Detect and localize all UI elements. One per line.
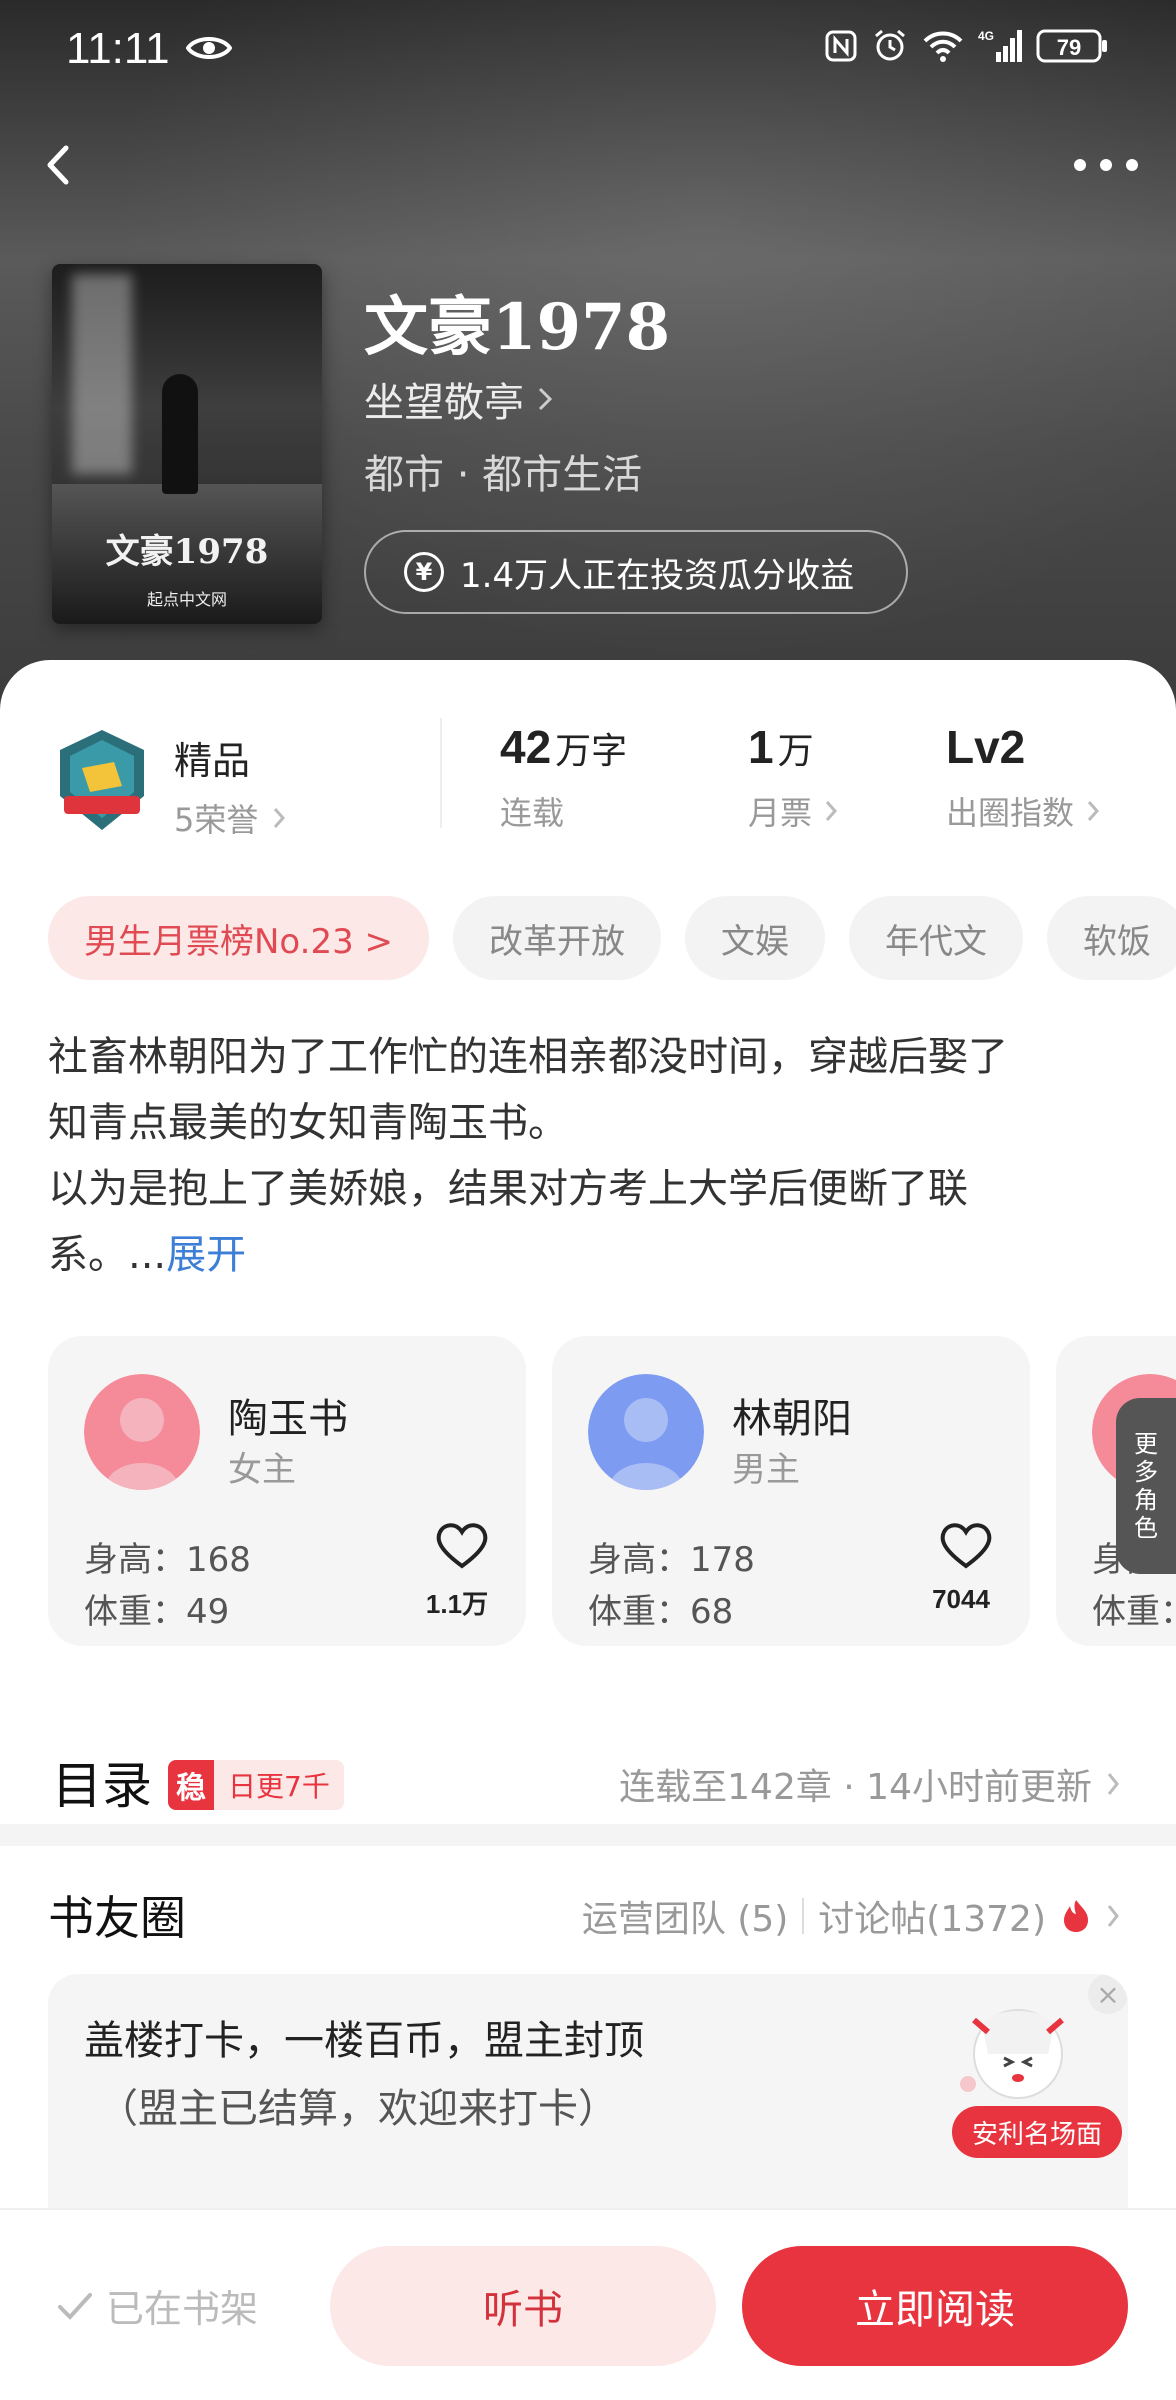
tag-list: 男生月票榜No.23 > 改革开放 文娱 年代文 软饭 — [48, 896, 1176, 980]
cover-light — [72, 274, 132, 474]
nfc-icon — [825, 30, 857, 62]
character-card[interactable]: 陶玉书 女主 身高：168 体重：49 1.1万 — [48, 1336, 526, 1646]
character-avatar — [84, 1374, 200, 1490]
tag-item[interactable]: 软饭 — [1047, 896, 1176, 980]
book-synopsis: 社畜林朝阳为了工作忙的连相亲都没时间，穿越后娶了 知青点最美的女知青陶玉书。 以… — [48, 1024, 1138, 1288]
back-button[interactable] — [30, 130, 90, 200]
listen-button[interactable]: 听书 — [330, 2246, 716, 2366]
like-count: 7044 — [932, 1584, 990, 1614]
signal-icon: 4G — [978, 29, 1022, 62]
book-genre: 都市 · 都市生活 — [364, 452, 643, 498]
character-role: 男主 — [732, 1450, 800, 1490]
synopsis-line: 以为是抱上了美娇娘，结果对方考上大学后便断了联 — [48, 1166, 968, 1212]
tag-item[interactable]: 改革开放 — [453, 896, 662, 980]
heart-icon[interactable] — [434, 1520, 490, 1570]
character-avatar — [588, 1374, 704, 1490]
update-badge-text: 日更7千 — [214, 1760, 344, 1810]
character-weight: 体重：49 — [84, 1592, 230, 1632]
character-name: 林朝阳 — [732, 1396, 852, 1442]
close-icon[interactable]: × — [1088, 1974, 1128, 2014]
bottom-action-bar: 已在书架 听书 立即阅读 — [0, 2208, 1176, 2400]
status-bar: 11:11 4G 79 — [0, 0, 1176, 100]
book-title: 文豪1978 — [364, 290, 671, 365]
read-now-button[interactable]: 立即阅读 — [742, 2246, 1128, 2366]
battery-level: 79 — [1057, 35, 1081, 60]
expand-link[interactable]: 展开 — [166, 1232, 246, 1278]
check-icon — [58, 2292, 92, 2320]
toc-update-info: 连载至142章 · 14小时前更新 — [619, 1767, 1092, 1808]
table-of-contents-row[interactable]: 目录 稳 日更7千 连载至142章 · 14小时前更新 — [0, 1712, 1176, 1832]
scene-tag[interactable]: 安利名场面 — [951, 2106, 1122, 2158]
cover-publisher: 起点中文网 — [146, 590, 227, 609]
meta-divider — [802, 1898, 805, 1934]
mascot-icon — [960, 2009, 1064, 2099]
circle-title: 书友圈 — [48, 1891, 186, 1945]
battery-icon: 79 — [1036, 29, 1107, 63]
character-strip: 陶玉书 女主 身高：168 体重：49 1.1万 林朝阳 男主 身高：178 体… — [0, 1336, 1176, 1676]
synopsis-line: 知青点最美的女知青陶玉书。 — [48, 1100, 568, 1146]
more-roles-char: 更 — [1134, 1430, 1158, 1458]
circle-meta: 运营团队 (5) 讨论帖(1372) — [582, 1890, 1120, 1942]
chevron-right-icon — [1107, 1905, 1119, 1927]
more-roles-char: 多 — [1134, 1458, 1158, 1486]
character-height: 身高：178 — [588, 1540, 755, 1580]
author-name: 坐望敬亭 — [364, 380, 524, 426]
discussion-count: 讨论帖(1372) — [818, 1899, 1046, 1940]
cover-figure — [162, 374, 198, 494]
rank-tag[interactable]: 男生月票榜No.23 > — [48, 896, 430, 980]
eye-icon — [186, 37, 232, 59]
synopsis-line: 系。... — [48, 1232, 167, 1278]
detail-card: 精品 5荣誉 42 万字 连载 1万 月票 Lv2 出圈指数 男生月票榜No.23… — [0, 660, 1176, 2400]
book-cover[interactable]: 文豪1978 起点中文网 — [52, 264, 322, 624]
fire-icon — [1064, 1900, 1088, 1932]
character-card[interactable]: 林朝阳 男主 身高：178 体重：68 7044 — [552, 1336, 1030, 1646]
yen-icon: ¥ — [404, 552, 444, 592]
post-subtitle: （盟主已结算，欢迎来打卡） — [98, 2086, 618, 2132]
character-name: 陶玉书 — [228, 1396, 348, 1442]
update-badge: 稳 日更7千 — [168, 1760, 344, 1810]
tag-item[interactable]: 年代文 — [849, 896, 1024, 980]
status-time: 11:11 — [66, 24, 170, 73]
character-height: 身高：168 — [84, 1540, 251, 1580]
synopsis-line: 社畜林朝阳为了工作忙的连相亲都没时间，穿越后娶了 — [48, 1034, 1008, 1080]
more-roles-button[interactable]: 更 多 角 色 — [1116, 1398, 1176, 1574]
character-role: 女主 — [228, 1450, 296, 1490]
more-roles-char: 角 — [1134, 1486, 1158, 1514]
toc-meta: 连载至142章 · 14小时前更新 — [619, 1758, 1120, 1810]
heart-icon[interactable] — [938, 1520, 994, 1570]
book-circle-header[interactable]: 书友圈 运营团队 (5) 讨论帖(1372) — [0, 1882, 1176, 1952]
ops-team-count: 运营团队 (5) — [581, 1899, 789, 1940]
alarm-icon — [875, 29, 905, 61]
cover-title: 文豪1978 — [105, 532, 269, 572]
character-weight: 体重：68 — [588, 1592, 734, 1632]
author-link[interactable]: 坐望敬亭 — [364, 370, 554, 428]
stable-badge-char: 稳 — [168, 1760, 214, 1810]
wifi-icon — [923, 31, 963, 62]
toc-title: 目录 — [52, 1757, 152, 1815]
in-shelf-label: 已在书架 — [106, 2287, 259, 2331]
chevron-right-icon — [538, 387, 553, 411]
tags-scroll: 男生月票榜No.23 > 改革开放 文娱 年代文 软饭 — [0, 660, 1176, 1060]
character-weight: 体重： — [1092, 1592, 1176, 1632]
chevron-right-icon — [1107, 1773, 1119, 1795]
invest-text: 1.4万人正在投资瓜分收益 — [460, 555, 855, 596]
tag-item[interactable]: 文娱 — [685, 896, 826, 980]
more-options-button[interactable] — [1066, 140, 1146, 190]
more-roles-char: 色 — [1134, 1514, 1158, 1542]
like-count: 1.1万 — [425, 1589, 489, 1619]
invest-button[interactable]: ¥ 1.4万人正在投资瓜分收益 — [364, 530, 908, 614]
svg-text:4G: 4G — [978, 29, 994, 43]
post-title: 盖楼打卡，一楼百币，盟主封顶 — [84, 2018, 644, 2064]
status-icons: 4G 79 — [824, 28, 1110, 64]
section-divider — [0, 1824, 1176, 1846]
in-shelf-button[interactable]: 已在书架 — [56, 2278, 258, 2333]
